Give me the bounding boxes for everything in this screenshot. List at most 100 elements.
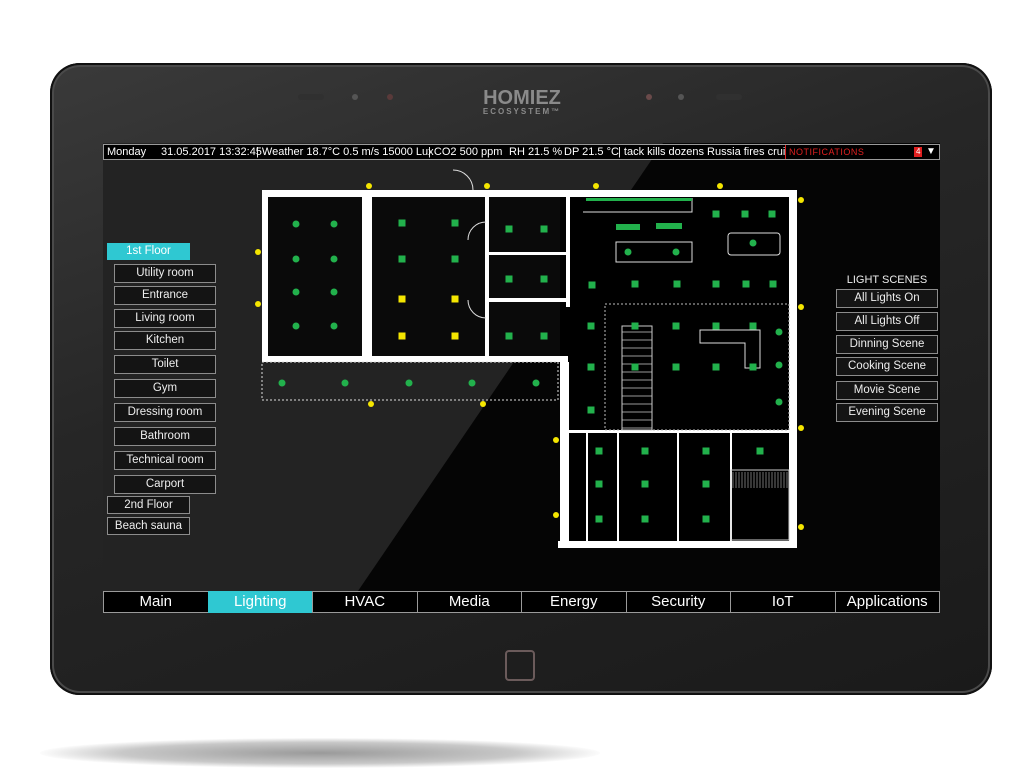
light-fixture[interactable]	[749, 239, 757, 247]
light-strip[interactable]	[656, 223, 682, 229]
light-fixture[interactable]	[540, 275, 548, 283]
light-fixture[interactable]	[702, 515, 710, 523]
light-outdoor[interactable]	[553, 437, 559, 443]
light-outdoor[interactable]	[798, 304, 804, 310]
light-fixture[interactable]	[775, 398, 783, 406]
room-carport[interactable]: Carport	[114, 475, 216, 494]
news-ticker[interactable]: | tack kills dozens Russia fires crui	[618, 145, 785, 159]
scene-all-lights-off[interactable]: All Lights Off	[836, 312, 938, 331]
scene-dinning-scene[interactable]: Dinning Scene	[836, 335, 938, 354]
light-fixture[interactable]	[775, 328, 783, 336]
light-fixture[interactable]	[587, 322, 595, 330]
light-fixture[interactable]	[702, 480, 710, 488]
light-fixture[interactable]	[330, 322, 338, 330]
scene-all-lights-on[interactable]: All Lights On	[836, 289, 938, 308]
light-outdoor[interactable]	[366, 183, 372, 189]
light-strip[interactable]	[616, 224, 640, 230]
tab-energy[interactable]: Energy	[521, 591, 626, 613]
light-outdoor[interactable]	[484, 183, 490, 189]
light-fixture[interactable]	[702, 447, 710, 455]
light-fixture[interactable]	[749, 363, 757, 371]
light-fixture[interactable]	[330, 288, 338, 296]
light-fixture[interactable]	[712, 280, 720, 288]
tab-iot[interactable]: IoT	[730, 591, 835, 613]
light-fixture[interactable]	[341, 379, 349, 387]
light-fixture[interactable]	[672, 322, 680, 330]
floor-beach-sauna[interactable]: Beach sauna	[107, 517, 190, 535]
light-fixture[interactable]	[595, 480, 603, 488]
room-bathroom[interactable]: Bathroom	[114, 427, 216, 446]
light-fixture[interactable]	[673, 280, 681, 288]
light-fixture[interactable]	[595, 515, 603, 523]
tab-applications[interactable]: Applications	[834, 591, 940, 613]
light-fixture[interactable]	[540, 225, 548, 233]
light-fixture[interactable]	[451, 255, 459, 263]
light-fixture[interactable]	[712, 322, 720, 330]
light-fixture[interactable]	[398, 255, 406, 263]
triangle-down-icon[interactable]: ▼	[926, 145, 936, 159]
light-fixture[interactable]	[641, 515, 649, 523]
light-outdoor[interactable]	[798, 197, 804, 203]
room-dressing-room[interactable]: Dressing room	[114, 403, 216, 422]
light-outdoor[interactable]	[717, 183, 723, 189]
light-fixture[interactable]	[468, 379, 476, 387]
light-fixture[interactable]	[505, 332, 513, 340]
light-outdoor[interactable]	[553, 512, 559, 518]
tab-main[interactable]: Main	[103, 591, 208, 613]
light-fixture[interactable]	[278, 379, 286, 387]
light-fixture[interactable]	[330, 220, 338, 228]
room-kitchen[interactable]: Kitchen	[114, 331, 216, 350]
light-fixture[interactable]	[641, 480, 649, 488]
light-outdoor[interactable]	[798, 425, 804, 431]
light-fixture[interactable]	[330, 255, 338, 263]
light-fixture[interactable]	[631, 280, 639, 288]
scene-cooking-scene[interactable]: Cooking Scene	[836, 357, 938, 376]
light-outdoor[interactable]	[480, 401, 486, 407]
light-fixture[interactable]	[505, 275, 513, 283]
light-fixture[interactable]	[775, 361, 783, 369]
light-fixture[interactable]	[741, 210, 749, 218]
light-fixture[interactable]	[595, 447, 603, 455]
light-outdoor[interactable]	[368, 401, 374, 407]
tab-security[interactable]: Security	[625, 591, 730, 613]
light-fixture[interactable]	[712, 363, 720, 371]
light-fixture[interactable]	[451, 295, 459, 303]
floor-plan[interactable]	[103, 143, 940, 613]
light-fixture[interactable]	[768, 210, 776, 218]
light-outdoor[interactable]	[798, 524, 804, 530]
light-fixture[interactable]	[292, 322, 300, 330]
light-fixture[interactable]	[398, 295, 406, 303]
light-fixture[interactable]	[292, 255, 300, 263]
notifications-label[interactable]: NOTIFICATIONS	[785, 145, 864, 159]
light-outdoor[interactable]	[593, 183, 599, 189]
home-button[interactable]	[505, 650, 535, 681]
light-fixture[interactable]	[451, 332, 459, 340]
light-fixture[interactable]	[672, 248, 680, 256]
light-outdoor[interactable]	[255, 301, 261, 307]
light-fixture[interactable]	[672, 363, 680, 371]
room-technical-room[interactable]: Technical room	[114, 451, 216, 470]
light-fixture[interactable]	[540, 332, 548, 340]
notifications-count[interactable]: 4	[914, 147, 923, 157]
light-outdoor[interactable]	[255, 249, 261, 255]
room-living-room[interactable]: Living room	[114, 309, 216, 328]
light-fixture[interactable]	[405, 379, 413, 387]
light-fixture[interactable]	[749, 322, 757, 330]
light-fixture[interactable]	[641, 447, 649, 455]
scene-evening-scene[interactable]: Evening Scene	[836, 403, 938, 422]
light-fixture[interactable]	[631, 363, 639, 371]
scene-movie-scene[interactable]: Movie Scene	[836, 381, 938, 400]
room-toilet[interactable]: Toilet	[114, 355, 216, 374]
light-fixture[interactable]	[505, 225, 513, 233]
light-fixture[interactable]	[532, 379, 540, 387]
light-fixture[interactable]	[398, 219, 406, 227]
light-fixture[interactable]	[756, 447, 764, 455]
floor-1st[interactable]: 1st Floor	[107, 243, 190, 260]
light-fixture[interactable]	[292, 288, 300, 296]
light-fixture[interactable]	[769, 280, 777, 288]
light-fixture[interactable]	[451, 219, 459, 227]
room-entrance[interactable]: Entrance	[114, 286, 216, 305]
light-fixture[interactable]	[587, 406, 595, 414]
light-strip[interactable]	[586, 198, 692, 201]
light-fixture[interactable]	[624, 248, 632, 256]
